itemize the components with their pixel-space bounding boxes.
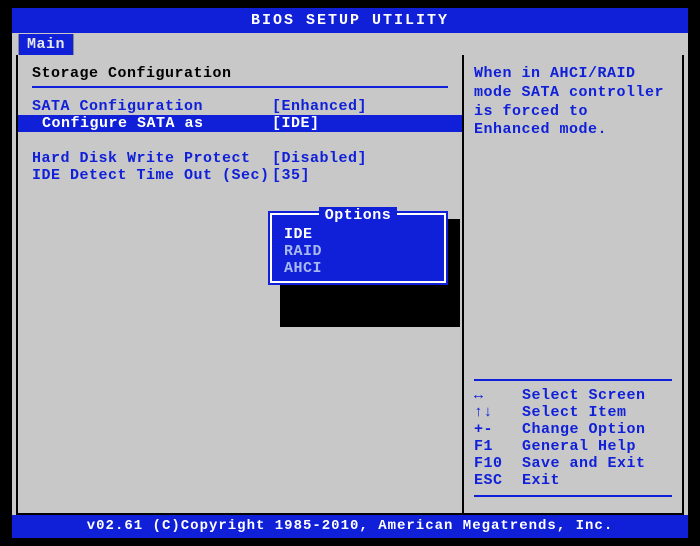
nav-key: F1 — [474, 438, 522, 455]
nav-key: ESC — [474, 472, 522, 489]
section-divider — [32, 86, 448, 88]
popup-title: Options — [272, 207, 444, 224]
setting-label: Configure SATA as — [32, 115, 272, 132]
nav-exit: ESC Exit — [474, 472, 672, 489]
section-title: Storage Configuration — [32, 65, 448, 82]
help-pane: When in AHCI/RAID mode SATA controller i… — [464, 55, 682, 513]
help-divider — [474, 379, 672, 381]
setting-value: [35] — [272, 167, 310, 184]
spacer — [32, 132, 448, 150]
tab-main-label: Main — [27, 36, 65, 53]
popup-option-ahci[interactable]: AHCI — [272, 260, 444, 277]
nav-desc: Select Screen — [522, 387, 672, 404]
setting-label: SATA Configuration — [32, 98, 272, 115]
settings-pane: Storage Configuration SATA Configuration… — [18, 55, 464, 513]
options-popup: Options IDE RAID AHCI — [268, 211, 448, 285]
help-divider-bottom — [474, 495, 672, 497]
nav-select-item: ↑↓ Select Item — [474, 404, 672, 421]
title-bar: BIOS SETUP UTILITY — [12, 8, 688, 33]
popup-option-ide[interactable]: IDE — [272, 226, 444, 243]
nav-desc: Exit — [522, 472, 672, 489]
nav-select-screen: ↔ Select Screen — [474, 387, 672, 404]
footer: v02.61 (C)Copyright 1985-2010, American … — [12, 515, 688, 538]
nav-hints: ↔ Select Screen ↑↓ Select Item +- Change… — [474, 387, 672, 489]
tab-bar: Main — [12, 33, 688, 55]
setting-sata-configuration[interactable]: SATA Configuration [Enhanced] — [32, 98, 448, 115]
nav-desc: Save and Exit — [522, 455, 672, 472]
app-title: BIOS SETUP UTILITY — [251, 12, 449, 29]
footer-text: v02.61 (C)Copyright 1985-2010, American … — [87, 518, 613, 534]
nav-key: F10 — [474, 455, 522, 472]
setting-label: IDE Detect Time Out (Sec) — [32, 167, 272, 184]
setting-label: Hard Disk Write Protect — [32, 150, 272, 167]
nav-desc: Select Item — [522, 404, 672, 421]
nav-save-exit: F10 Save and Exit — [474, 455, 672, 472]
setting-value: [Disabled] — [272, 150, 367, 167]
nav-desc: Change Option — [522, 421, 672, 438]
tab-main[interactable]: Main — [18, 34, 74, 55]
nav-key: ↑↓ — [474, 404, 522, 421]
nav-key: +- — [474, 421, 522, 438]
bios-screen: BIOS SETUP UTILITY Main Storage Configur… — [12, 8, 688, 538]
body: Storage Configuration SATA Configuration… — [16, 55, 684, 515]
nav-desc: General Help — [522, 438, 672, 455]
setting-ide-detect-timeout[interactable]: IDE Detect Time Out (Sec) [35] — [32, 167, 448, 184]
nav-change-option: +- Change Option — [474, 421, 672, 438]
setting-value: [Enhanced] — [272, 98, 367, 115]
nav-key: ↔ — [474, 387, 522, 404]
setting-value: [IDE] — [272, 115, 320, 132]
popup-option-raid[interactable]: RAID — [272, 243, 444, 260]
nav-general-help: F1 General Help — [474, 438, 672, 455]
setting-hd-write-protect[interactable]: Hard Disk Write Protect [Disabled] — [32, 150, 448, 167]
help-text: When in AHCI/RAID mode SATA controller i… — [474, 65, 672, 140]
setting-configure-sata-as[interactable]: Configure SATA as [IDE] — [18, 115, 462, 132]
